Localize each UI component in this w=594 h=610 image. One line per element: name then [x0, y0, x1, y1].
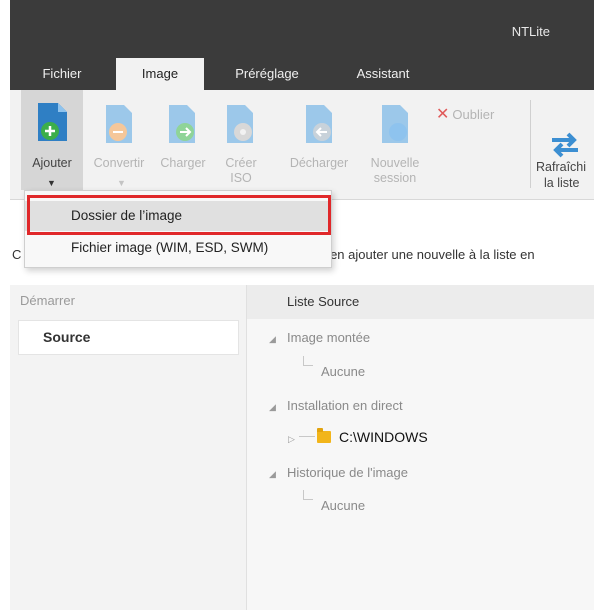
- convert-button-label: Convertir: [93, 156, 145, 170]
- convert-button[interactable]: Convertir ▼: [86, 90, 152, 190]
- ribbon-separator: [530, 100, 531, 188]
- tree-node-mounted-image[interactable]: Image montée: [287, 330, 370, 345]
- tree-node-image-history[interactable]: Historique de l'image: [287, 465, 408, 480]
- load-button[interactable]: Charger: [154, 90, 212, 190]
- new-session-icon: [382, 105, 408, 143]
- tree-node-windows-path[interactable]: C:\WINDOWS: [339, 429, 428, 445]
- ribbon: Ajouter ▼ Convertir ▼ Charger Créer ISO …: [10, 90, 594, 200]
- menu-item-image-folder[interactable]: Dossier de l’image: [25, 201, 331, 231]
- tab-fichier[interactable]: Fichier: [32, 58, 92, 90]
- expand-triangle-icon[interactable]: ◢: [269, 469, 276, 480]
- refresh-button[interactable]: Rafraîchi la liste: [534, 90, 594, 190]
- column-header-label: Liste Source: [287, 294, 360, 309]
- new-session-label-line2: session: [373, 171, 417, 185]
- info-text-lead: C: [12, 247, 22, 262]
- new-session-button[interactable]: Nouvelle session: [360, 90, 430, 190]
- create-iso-button[interactable]: Créer ISO: [216, 90, 266, 190]
- tab-assistant[interactable]: Assistant: [346, 58, 420, 90]
- menu-item-image-file[interactable]: Fichier image (WIM, ESD, SWM): [25, 233, 331, 263]
- load-button-label: Charger: [160, 156, 206, 170]
- unload-image-icon: [306, 105, 332, 143]
- tree-leaf-none-2[interactable]: Aucune: [321, 498, 365, 513]
- unload-button[interactable]: Décharger: [282, 90, 356, 190]
- refresh-label-line2: la liste: [544, 176, 580, 190]
- chevron-down-icon: ▼: [117, 178, 126, 188]
- new-session-label-line1: Nouvelle: [370, 156, 420, 170]
- chevron-down-icon: ▼: [47, 178, 56, 188]
- sidebar-header: Démarrer: [20, 293, 75, 308]
- info-text: ou en ajouter une nouvelle à la liste en: [312, 247, 535, 262]
- add-button[interactable]: Ajouter ▼: [21, 90, 83, 190]
- window-title: NTLite: [511, 24, 550, 39]
- expand-triangle-icon[interactable]: ◢: [269, 402, 276, 413]
- expand-triangle-icon[interactable]: ◢: [269, 334, 276, 345]
- add-button-label: Ajouter: [32, 156, 72, 170]
- tree-node-live-install[interactable]: Installation en direct: [287, 398, 403, 413]
- add-image-icon: [38, 103, 67, 141]
- tree-connector: [299, 423, 315, 437]
- tree-connector: [303, 490, 313, 500]
- title-bar: NTLite: [10, 0, 594, 58]
- app-window: NTLite Fichier Image Préréglage Assistan…: [10, 0, 594, 610]
- add-dropdown-menu: Dossier de l’image Fichier image (WIM, E…: [24, 190, 332, 268]
- source-list-panel: Liste Source ◢ Image montée Aucune ◢ Ins…: [247, 285, 594, 610]
- ribbon-tabs: Fichier Image Préréglage Assistant: [10, 58, 594, 92]
- unload-button-label: Décharger: [289, 156, 349, 170]
- load-image-icon: [169, 105, 195, 143]
- folder-icon: [317, 428, 331, 443]
- refresh-icon: [552, 132, 578, 158]
- create-iso-label-line1: Créer: [225, 156, 257, 170]
- column-header[interactable]: Liste Source: [247, 285, 594, 319]
- forget-button[interactable]: ✕ Oublier: [436, 104, 494, 124]
- sidebar-item-source[interactable]: Source: [18, 320, 239, 355]
- create-iso-label-line2: ISO: [230, 171, 252, 185]
- collapse-arrow-icon[interactable]: ▷: [288, 434, 295, 445]
- tree-connector: [303, 356, 313, 366]
- close-icon: ✕: [436, 106, 450, 123]
- create-iso-icon: [227, 105, 253, 143]
- sidebar: Démarrer Source: [10, 285, 247, 610]
- forget-button-label: Oublier: [452, 107, 495, 122]
- refresh-label-line1: Rafraîchi: [536, 160, 587, 174]
- tree-leaf-none-1[interactable]: Aucune: [321, 364, 365, 379]
- tab-preglage[interactable]: Préréglage: [224, 58, 310, 90]
- convert-image-icon: [106, 105, 132, 143]
- tab-image[interactable]: Image: [116, 58, 204, 92]
